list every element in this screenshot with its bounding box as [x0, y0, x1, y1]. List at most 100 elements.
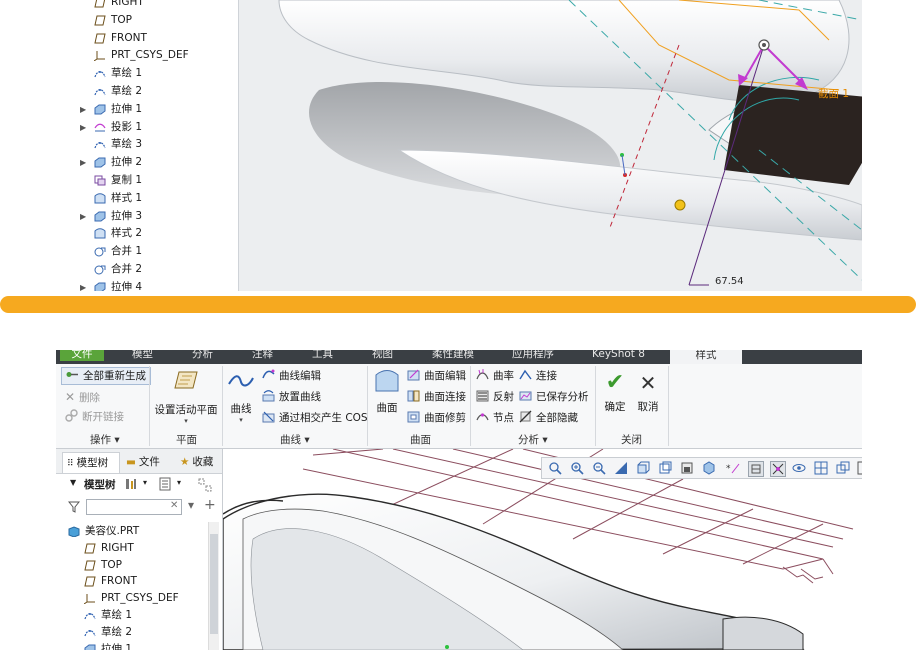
eye-sync-icon[interactable]	[792, 461, 806, 475]
group-separator	[149, 366, 150, 446]
regen-all-button[interactable]: 全部重新生成	[61, 367, 151, 385]
operations-group-label[interactable]: 操作 ▾	[90, 432, 120, 447]
list-dropdown-icon[interactable]: ▾	[177, 478, 181, 487]
sketch-icon	[84, 627, 96, 638]
regenerate-icon	[66, 372, 78, 377]
zoom-out-icon[interactable]	[592, 461, 606, 475]
settings-dropdown-icon[interactable]: ▾	[143, 478, 147, 487]
tree-settings-icon[interactable]	[124, 477, 138, 491]
repaint-icon[interactable]	[614, 461, 628, 475]
surface-edit-button[interactable]: 曲面编辑	[407, 367, 466, 385]
datum-plane-icon	[84, 576, 96, 587]
menu-tools[interactable]: 工具	[312, 350, 333, 361]
menu-view[interactable]: 视图	[372, 350, 393, 361]
sketch-icon	[84, 610, 96, 621]
menu-model[interactable]: 模型	[132, 350, 153, 361]
zoom-in-icon[interactable]	[570, 461, 584, 475]
menu-bar: 文件 模型 分析 注释 工具 视图 柔性建模 应用程序 KeyShot 8 样式	[56, 350, 862, 364]
sketch-icon	[94, 139, 106, 150]
tree-item-label: PRT_CSYS_DEF	[111, 49, 189, 62]
filter-icon[interactable]	[68, 501, 80, 513]
top-graphics-window[interactable]: 截面 1 67.54	[239, 0, 862, 291]
saved-analysis-button[interactable]: 已保存分析	[519, 388, 589, 406]
curve-icon	[228, 375, 254, 387]
tree-scrollbar[interactable]	[208, 522, 219, 650]
filter-row: ✕ ▾ +	[56, 497, 222, 519]
tab-model-tree[interactable]: ⠿ 模型树	[62, 452, 120, 473]
tree-item-label: 草绘 3	[111, 138, 143, 151]
spin-center-icon[interactable]	[770, 461, 786, 477]
menu-style[interactable]: 样式	[670, 350, 742, 364]
planes-icon[interactable]	[836, 461, 850, 475]
analysis-group-label[interactable]: 分析 ▾	[518, 432, 548, 447]
tree-scroll-thumb[interactable]	[210, 534, 218, 634]
reflection-button[interactable]: 反射	[476, 388, 514, 406]
datum-display-icon[interactable]: *	[726, 461, 740, 475]
menu-flexible-modeling[interactable]: 柔性建模	[432, 350, 474, 361]
menu-keyshot[interactable]: KeyShot 8	[592, 350, 645, 361]
annotation-icon[interactable]	[748, 461, 764, 477]
connect-analysis-button[interactable]: 连接	[519, 367, 557, 385]
surface-button[interactable]: 曲面	[371, 369, 403, 415]
close-group-label: 关闭	[621, 434, 642, 446]
hide-all-button[interactable]: 全部隐藏	[519, 409, 578, 427]
tree-toolbar: ▼ 模型树 ▾ ▾	[56, 474, 222, 496]
tab-files[interactable]: ▬ 文件	[122, 452, 172, 472]
delete-button[interactable]: ✕ 删除	[65, 388, 100, 406]
collapse-arrow-icon[interactable]: ▼	[70, 478, 76, 487]
surface-icon	[375, 370, 399, 392]
tab-favorites[interactable]: ★ 收藏	[176, 452, 220, 472]
creo-window: 文件 模型 分析 注释 工具 视图 柔性建模 应用程序 KeyShot 8 样式…	[56, 350, 862, 650]
tree-columns-icon[interactable]	[197, 477, 213, 493]
curve-button[interactable]: 曲线 ▾	[226, 372, 256, 424]
menu-file[interactable]: 文件	[60, 350, 104, 361]
expand-arrow-icon[interactable]: ▶	[80, 208, 90, 225]
cos-curve-button[interactable]: 通过相交产生 COS	[262, 409, 368, 427]
grid-icon[interactable]	[814, 461, 828, 475]
menu-annotate[interactable]: 注释	[252, 350, 273, 361]
drop-curve-button[interactable]: 放置曲线	[262, 388, 321, 406]
group-separator	[470, 366, 471, 446]
project-icon	[94, 122, 106, 133]
datum-plane-icon	[94, 15, 106, 26]
expand-arrow-icon[interactable]: ▶	[80, 101, 90, 118]
tree-item-label: FRONT	[111, 31, 147, 44]
set-active-plane-button[interactable]: 设置活动平面 ▾	[154, 370, 218, 425]
tree-item-label: 复制 1	[111, 174, 143, 186]
view-manager-icon[interactable]	[680, 461, 694, 475]
expand-arrow-icon[interactable]: ▶	[80, 279, 90, 291]
tree-item-label: 投影 1	[111, 120, 143, 133]
add-icon[interactable]: +	[204, 497, 216, 513]
menu-analysis[interactable]: 分析	[192, 350, 213, 361]
expand-arrow-icon[interactable]: ▶	[80, 154, 90, 171]
cancel-button[interactable]: ✕ 取消	[634, 372, 662, 414]
curves-group-label[interactable]: 曲线 ▾	[280, 432, 310, 447]
break-link-button[interactable]: 断开链接	[65, 408, 124, 426]
refit-icon[interactable]	[548, 461, 562, 475]
curvature-button[interactable]: 曲率	[476, 367, 514, 385]
tree-item-label: 拉伸 2	[111, 156, 143, 169]
saved-views-icon[interactable]	[658, 461, 672, 475]
filter-dropdown-icon[interactable]: ▾	[188, 498, 194, 512]
csys-icon	[93, 50, 106, 62]
clear-filter-icon[interactable]: ✕	[170, 500, 178, 511]
surface-connect-button[interactable]: 曲面连接	[407, 388, 466, 406]
intersect-cos-icon	[262, 411, 275, 423]
tree-item-label: TOP	[101, 558, 123, 571]
show-list-icon[interactable]	[158, 477, 172, 491]
ok-button[interactable]: ✔ 确定	[599, 372, 631, 414]
saved-analysis-icon	[519, 391, 532, 401]
display-style-icon[interactable]	[636, 461, 650, 475]
datum-plane-icon	[84, 560, 96, 571]
sketch-icon	[94, 86, 106, 97]
tree-filter-input[interactable]	[86, 499, 182, 515]
perspective-icon[interactable]	[702, 461, 716, 475]
bottom-graphics-window[interactable]: *	[223, 449, 862, 650]
node-button[interactable]: 节点	[476, 409, 514, 427]
surface-trim-button[interactable]: 曲面修剪	[407, 409, 466, 427]
expand-arrow-icon[interactable]: ▶	[80, 119, 90, 136]
more-icon[interactable]	[857, 461, 862, 475]
curve-edit-button[interactable]: 曲线编辑	[262, 367, 321, 385]
menu-applications[interactable]: 应用程序	[512, 350, 554, 361]
merge-icon	[94, 264, 106, 275]
